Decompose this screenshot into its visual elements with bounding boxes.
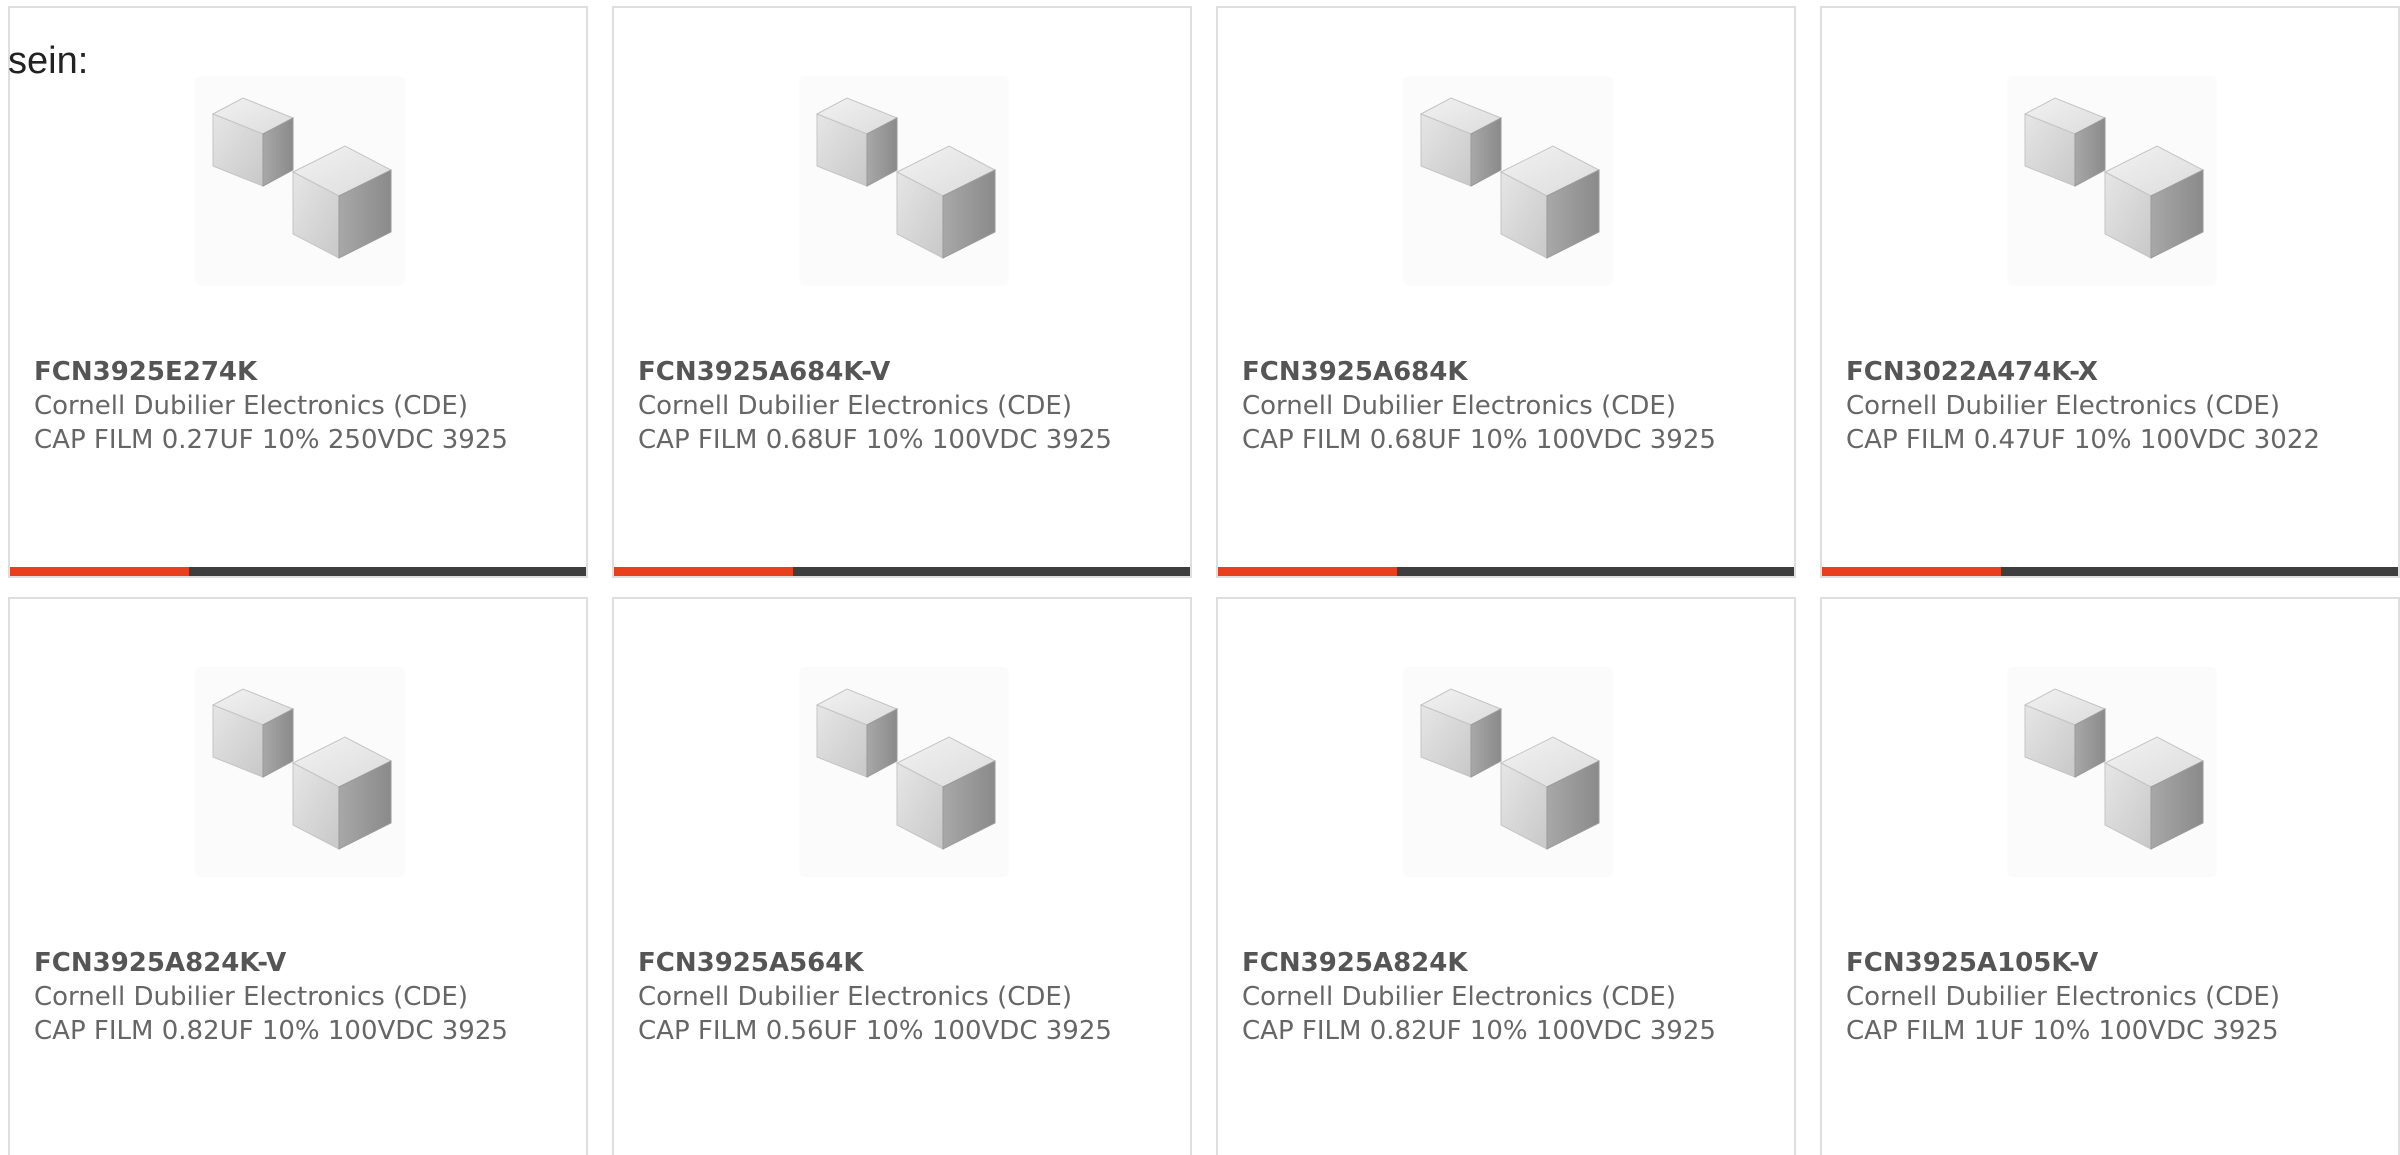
manufacturer-name: Cornell Dubilier Electronics (CDE) xyxy=(1846,391,2280,421)
card-accent-bar xyxy=(1218,567,1794,576)
product-card[interactable]: FCN3925E274K Cornell Dubilier Electronics… xyxy=(8,6,588,578)
capacitor-product-icon[interactable] xyxy=(799,667,1009,877)
part-number-link[interactable]: FCN3925A564K xyxy=(638,946,1170,980)
manufacturer-name: Cornell Dubilier Electronics (CDE) xyxy=(638,391,1072,421)
product-grid: FCN3925E274K Cornell Dubilier Electronics… xyxy=(0,0,2400,1155)
product-description: CAP FILM 0.68UF 10% 100VDC 3925 xyxy=(638,425,1112,455)
product-card[interactable]: FCN3925A684K-V Cornell Dubilier Electroni… xyxy=(612,6,1192,578)
product-description: CAP FILM 0.27UF 10% 250VDC 3925 xyxy=(34,425,508,455)
product-grid-page: FCN3925E274K Cornell Dubilier Electronics… xyxy=(0,0,2400,1155)
part-number-link[interactable]: FCN3022A474K-X xyxy=(1846,355,2378,389)
manufacturer-name: Cornell Dubilier Electronics (CDE) xyxy=(1242,391,1676,421)
product-info: FCN3022A474K-X Cornell Dubilier Electroni… xyxy=(1846,355,2378,457)
part-number-link[interactable]: FCN3925A684K-V xyxy=(638,355,1170,389)
product-card[interactable]: FCN3925A824K Cornell Dubilier Electronics… xyxy=(1216,597,1796,1155)
card-accent-fill xyxy=(10,567,189,576)
product-info: FCN3925E274K Cornell Dubilier Electronics… xyxy=(34,355,566,457)
product-card[interactable]: FCN3925A824K-V Cornell Dubilier Electroni… xyxy=(8,597,588,1155)
product-description: CAP FILM 0.56UF 10% 100VDC 3925 xyxy=(638,1016,1112,1046)
product-description: CAP FILM 0.47UF 10% 100VDC 3022 xyxy=(1846,425,2320,455)
capacitor-product-icon[interactable] xyxy=(1403,667,1613,877)
card-accent-fill xyxy=(614,567,793,576)
product-info: FCN3925A684K Cornell Dubilier Electronics… xyxy=(1242,355,1774,457)
manufacturer-name: Cornell Dubilier Electronics (CDE) xyxy=(1242,982,1676,1012)
capacitor-product-icon[interactable] xyxy=(195,667,405,877)
product-description: CAP FILM 1UF 10% 100VDC 3925 xyxy=(1846,1016,2279,1046)
product-info: FCN3925A824K Cornell Dubilier Electronics… xyxy=(1242,946,1774,1048)
product-info: FCN3925A564K Cornell Dubilier Electronics… xyxy=(638,946,1170,1048)
manufacturer-name: Cornell Dubilier Electronics (CDE) xyxy=(34,391,468,421)
card-accent-fill xyxy=(1218,567,1397,576)
product-info: FCN3925A105K-V Cornell Dubilier Electroni… xyxy=(1846,946,2378,1048)
part-number-link[interactable]: FCN3925A684K xyxy=(1242,355,1774,389)
card-accent-bar xyxy=(614,567,1190,576)
card-accent-bar xyxy=(10,567,586,576)
product-description: CAP FILM 0.82UF 10% 100VDC 3925 xyxy=(1242,1016,1716,1046)
part-number-link[interactable]: FCN3925A105K-V xyxy=(1846,946,2378,980)
manufacturer-name: Cornell Dubilier Electronics (CDE) xyxy=(638,982,1072,1012)
intro-text: sein: xyxy=(8,40,89,82)
product-description: CAP FILM 0.68UF 10% 100VDC 3925 xyxy=(1242,425,1716,455)
product-info: FCN3925A684K-V Cornell Dubilier Electroni… xyxy=(638,355,1170,457)
product-info: FCN3925A824K-V Cornell Dubilier Electroni… xyxy=(34,946,566,1048)
card-accent-fill xyxy=(1822,567,2001,576)
product-card[interactable]: FCN3925A564K Cornell Dubilier Electronics… xyxy=(612,597,1192,1155)
part-number-link[interactable]: FCN3925E274K xyxy=(34,355,566,389)
product-card[interactable]: FCN3925A105K-V Cornell Dubilier Electroni… xyxy=(1820,597,2400,1155)
card-accent-bar xyxy=(1822,567,2398,576)
capacitor-product-icon[interactable] xyxy=(2007,76,2217,286)
capacitor-product-icon[interactable] xyxy=(1403,76,1613,286)
product-card[interactable]: FCN3925A684K Cornell Dubilier Electronics… xyxy=(1216,6,1796,578)
part-number-link[interactable]: FCN3925A824K-V xyxy=(34,946,566,980)
product-card[interactable]: FCN3022A474K-X Cornell Dubilier Electroni… xyxy=(1820,6,2400,578)
manufacturer-name: Cornell Dubilier Electronics (CDE) xyxy=(1846,982,2280,1012)
manufacturer-name: Cornell Dubilier Electronics (CDE) xyxy=(34,982,468,1012)
capacitor-product-icon[interactable] xyxy=(799,76,1009,286)
part-number-link[interactable]: FCN3925A824K xyxy=(1242,946,1774,980)
product-description: CAP FILM 0.82UF 10% 100VDC 3925 xyxy=(34,1016,508,1046)
capacitor-product-icon[interactable] xyxy=(195,76,405,286)
capacitor-product-icon[interactable] xyxy=(2007,667,2217,877)
